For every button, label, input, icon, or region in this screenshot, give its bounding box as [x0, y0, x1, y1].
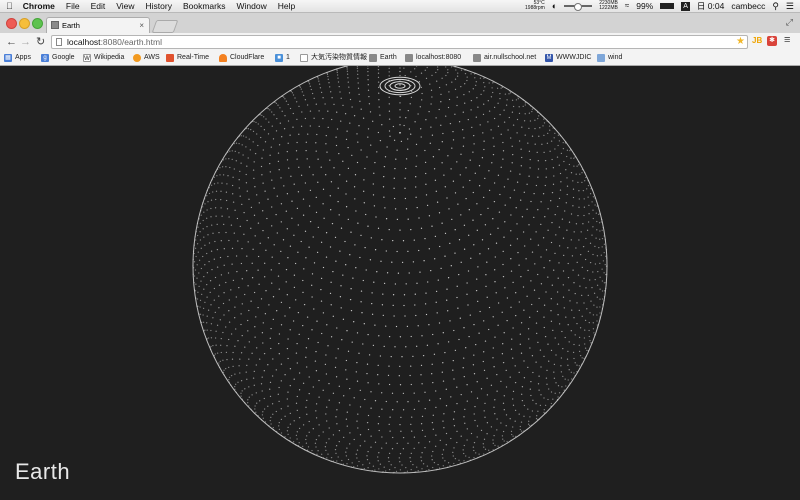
window-minimize-button[interactable] [19, 18, 30, 29]
bookmark-air-pollution[interactable]: 大気汚染物質情報 [300, 51, 367, 65]
notification-center-icon[interactable]: ☰ [786, 0, 794, 12]
bookmark-label: Apps [15, 54, 31, 61]
wikipedia-icon: W [83, 54, 91, 62]
aws-icon [133, 54, 141, 62]
folder-icon [597, 54, 605, 62]
bookmark-localhost[interactable]: localhost:8080 [405, 51, 461, 65]
url-text: localhost:8080/earth.html [67, 36, 162, 48]
bookmark-cloudflare[interactable]: CloudFlare [219, 51, 264, 65]
memory-free: 1222MB [599, 5, 618, 11]
extension-red-icon[interactable]: ✱ [767, 36, 777, 46]
url-path: :8080/earth.html [100, 37, 162, 47]
menu-history[interactable]: History [146, 0, 172, 12]
bookmark-nullschool[interactable]: air.nullschool.net [473, 51, 536, 65]
nullschool-favicon [473, 54, 481, 62]
tab-favicon-icon [51, 21, 59, 29]
bookmark-1[interactable]: ■ 1 [275, 51, 290, 65]
bookmark-label: localhost:8080 [416, 54, 462, 61]
temperature-monitor[interactable]: 53°C 1988rpm [525, 0, 545, 12]
page-title: Earth [15, 459, 71, 484]
bookmark-apps[interactable]: ▦ Apps [4, 51, 31, 65]
bookmark-label: AWS [144, 54, 160, 61]
tab-close-icon[interactable]: × [139, 18, 144, 33]
bookmark-label: air.nullschool.net [484, 54, 537, 61]
input-method-indicator[interactable]: A [681, 1, 690, 11]
menu-bar:  Chrome File Edit View History Bookmark… [0, 0, 800, 13]
back-arrow-icon[interactable]: ← [6, 35, 17, 49]
earth-favicon [369, 54, 377, 62]
url-host: localhost [67, 37, 101, 47]
bookmark-label: Real-Time [177, 54, 210, 61]
extension-jb-icon[interactable]: JB [752, 36, 762, 45]
tab-earth[interactable]: Earth × [46, 17, 150, 33]
chrome-menu-icon[interactable]: ≡ [784, 34, 790, 46]
menu-bookmarks[interactable]: Bookmarks [183, 0, 226, 12]
menu-view[interactable]: View [116, 0, 134, 12]
globe-viewport[interactable] [0, 66, 800, 500]
bookmarks-bar: ▦ Apps g Google W Wikipedia AWS Real-Tim… [0, 51, 800, 66]
bookmark-google[interactable]: g Google [41, 51, 75, 65]
bookmark-earth[interactable]: Earth [369, 51, 397, 65]
bookmark-label: Earth [380, 54, 397, 61]
browser-toolbar: ← → ↻ localhost:8080/earth.html ★ [0, 33, 800, 51]
page-icon [56, 38, 62, 46]
bookmark-wind-folder[interactable]: wind [597, 51, 622, 65]
menu-window[interactable]: Window [236, 0, 266, 12]
localhost-favicon [405, 54, 413, 62]
bookmark-label: CloudFlare [230, 54, 265, 61]
timer-icon[interactable]: ◐ [552, 0, 557, 12]
realtime-icon [166, 54, 174, 62]
clock[interactable]: 日 0:04 [697, 0, 724, 12]
forward-arrow-icon[interactable]: → [20, 35, 31, 49]
globe-graticule[interactable] [0, 66, 800, 500]
battery-percent[interactable]: 99% [636, 0, 653, 12]
apps-grid-icon: ▦ [4, 54, 12, 62]
menu-help[interactable]: Help [278, 0, 295, 12]
bookmark-1-icon: ■ [275, 54, 283, 62]
bookmark-realtime[interactable]: Real-Time [166, 51, 209, 65]
user-menu[interactable]: cambecc [731, 0, 765, 12]
window-zoom-button[interactable] [32, 18, 43, 29]
bookmark-wwwjdic[interactable]: M WWWJDIC [545, 51, 591, 65]
window-close-button[interactable] [6, 18, 17, 29]
bookmark-wikipedia[interactable]: W Wikipedia [83, 51, 124, 65]
address-bar[interactable]: localhost:8080/earth.html ★ [51, 35, 748, 49]
memory-monitor[interactable]: 2230MB 1222MB [599, 0, 618, 12]
battery-icon[interactable] [660, 3, 675, 9]
globe-outline [192, 66, 608, 474]
wwwjdic-icon: M [545, 54, 553, 62]
fan-rpm: 1988rpm [525, 5, 545, 11]
menu-edit[interactable]: Edit [91, 0, 106, 12]
app-name-menu[interactable]: Chrome [23, 0, 55, 12]
reload-icon[interactable]: ↻ [36, 35, 45, 49]
bookmark-label: 大気汚染物質情報 [311, 54, 367, 61]
graticule-dots [192, 66, 608, 474]
document-icon [300, 54, 308, 62]
menu-file[interactable]: File [66, 0, 80, 12]
bookmark-label: Wikipedia [94, 54, 125, 61]
pole-ring [389, 81, 411, 91]
spotlight-search-icon[interactable]: ⚲ [772, 0, 779, 12]
apple-menu-icon[interactable]:  [6, 0, 13, 12]
bookmark-label: Google [52, 54, 75, 61]
bookmark-label: WWWJDIC [556, 54, 592, 61]
bookmark-label: 1 [286, 54, 290, 61]
tab-strip: Earth × ⤢ [0, 13, 800, 33]
volume-slider[interactable] [564, 3, 593, 11]
google-icon: g [41, 54, 49, 62]
new-tab-button[interactable] [151, 20, 179, 33]
bookmark-star-icon[interactable]: ★ [736, 36, 745, 48]
bookmark-label: wind [608, 54, 623, 61]
cloudflare-icon [219, 54, 227, 62]
fullscreen-icon[interactable]: ⤢ [786, 17, 793, 28]
tab-title: Earth [62, 21, 80, 30]
wifi-icon[interactable]: ≈ [625, 0, 629, 12]
bookmark-aws[interactable]: AWS [133, 51, 160, 65]
